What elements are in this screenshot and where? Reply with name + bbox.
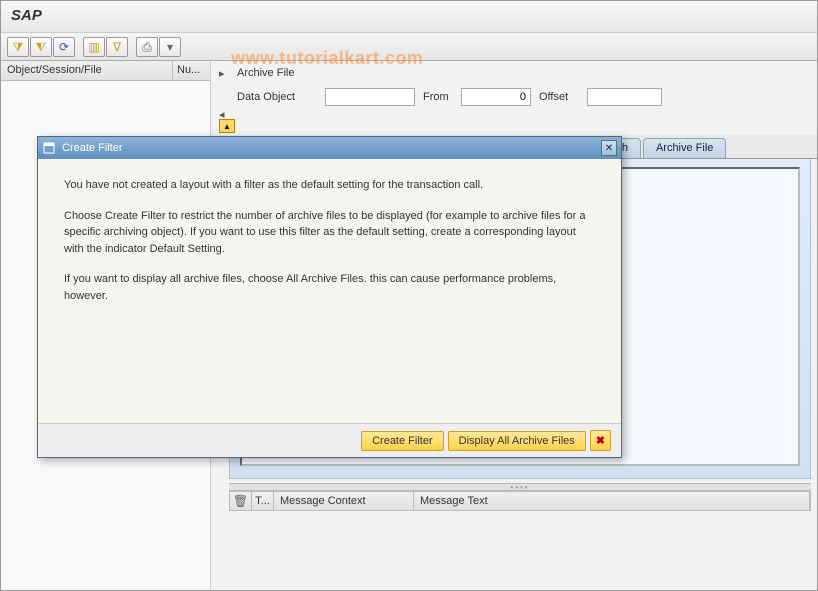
- tree-col-object[interactable]: Object/Session/File: [1, 61, 173, 80]
- chevron-down-icon[interactable]: ▾: [159, 37, 181, 57]
- message-context-column[interactable]: Message Context: [274, 492, 414, 510]
- dialog-title-text: Create Filter: [62, 142, 595, 154]
- print-icon[interactable]: ⎙: [136, 37, 158, 57]
- collapse-up-icon[interactable]: ▲: [219, 119, 235, 133]
- cancel-button[interactable]: ✖: [590, 430, 611, 451]
- create-filter-dialog: Create Filter ✕ You have not created a l…: [37, 136, 622, 458]
- offset-label: Offset: [539, 91, 579, 103]
- tree-header: Object/Session/File Nu...: [1, 61, 210, 81]
- delete-column-icon[interactable]: 🗑: [230, 492, 252, 510]
- dialog-body: You have not created a layout with a fil…: [38, 159, 621, 423]
- offset-input[interactable]: [587, 88, 662, 106]
- dialog-titlebar[interactable]: Create Filter ✕: [38, 137, 621, 159]
- splitter-handle[interactable]: ••••: [229, 483, 811, 491]
- dialog-paragraph-2: Choose Create Filter to restrict the num…: [64, 208, 595, 258]
- create-filter-button[interactable]: Create Filter: [361, 431, 444, 451]
- dialog-close-icon[interactable]: ✕: [601, 140, 617, 156]
- dialog-icon: [42, 141, 56, 155]
- main-toolbar: ⧩ ⧨ ⟳ ▥ ∇ ⎙ ▾: [1, 33, 817, 61]
- type-column[interactable]: T...: [252, 492, 274, 510]
- close-icon: ✖: [596, 435, 605, 447]
- from-label: From: [423, 91, 453, 103]
- window-title: SAP: [1, 1, 817, 33]
- data-object-input[interactable]: [325, 88, 415, 106]
- layout-icon[interactable]: ▥: [83, 37, 105, 57]
- dialog-paragraph-3: If you want to display all archive files…: [64, 271, 595, 304]
- dialog-footer: Create Filter Display All Archive Files …: [38, 423, 621, 457]
- data-object-label: Data Object: [237, 91, 317, 103]
- expand-triangle-icon[interactable]: ▸: [219, 67, 229, 80]
- message-text-column[interactable]: Message Text: [414, 492, 810, 510]
- expand-all-icon[interactable]: ⧩: [7, 37, 29, 57]
- from-input[interactable]: [461, 88, 531, 106]
- filter-icon[interactable]: ∇: [106, 37, 128, 57]
- tree-col-number[interactable]: Nu...: [173, 61, 210, 80]
- archive-file-label: Archive File: [237, 67, 317, 79]
- dialog-paragraph-1: You have not created a layout with a fil…: [64, 177, 595, 194]
- message-table-header: 🗑 T... Message Context Message Text: [229, 491, 811, 511]
- tab-archive-file[interactable]: Archive File: [643, 138, 726, 158]
- refresh-icon[interactable]: ⟳: [53, 37, 75, 57]
- collapse-all-icon[interactable]: ⧨: [30, 37, 52, 57]
- display-all-archive-files-button[interactable]: Display All Archive Files: [448, 431, 586, 451]
